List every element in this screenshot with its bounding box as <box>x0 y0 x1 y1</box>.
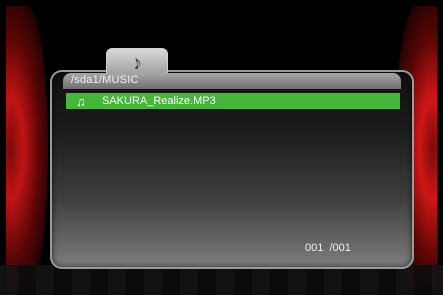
media-player-screen: ♪ /sda1/MUSIC ♫ SAKURA_Realize.MP3 001 /… <box>0 0 443 295</box>
music-note-icon: ♪ <box>129 51 145 75</box>
music-file-icon: ♫ <box>76 93 86 109</box>
file-name: SAKURA_Realize.MP3 <box>102 95 216 107</box>
path-bar: /sda1/MUSIC <box>63 73 401 89</box>
red-bezel-left <box>6 6 48 291</box>
file-counter: 001 /001 <box>305 242 351 254</box>
current-path: /sda1/MUSIC <box>71 74 139 86</box>
bottom-pattern-strip <box>0 265 443 295</box>
file-list-item-selected[interactable]: ♫ SAKURA_Realize.MP3 <box>66 93 400 109</box>
